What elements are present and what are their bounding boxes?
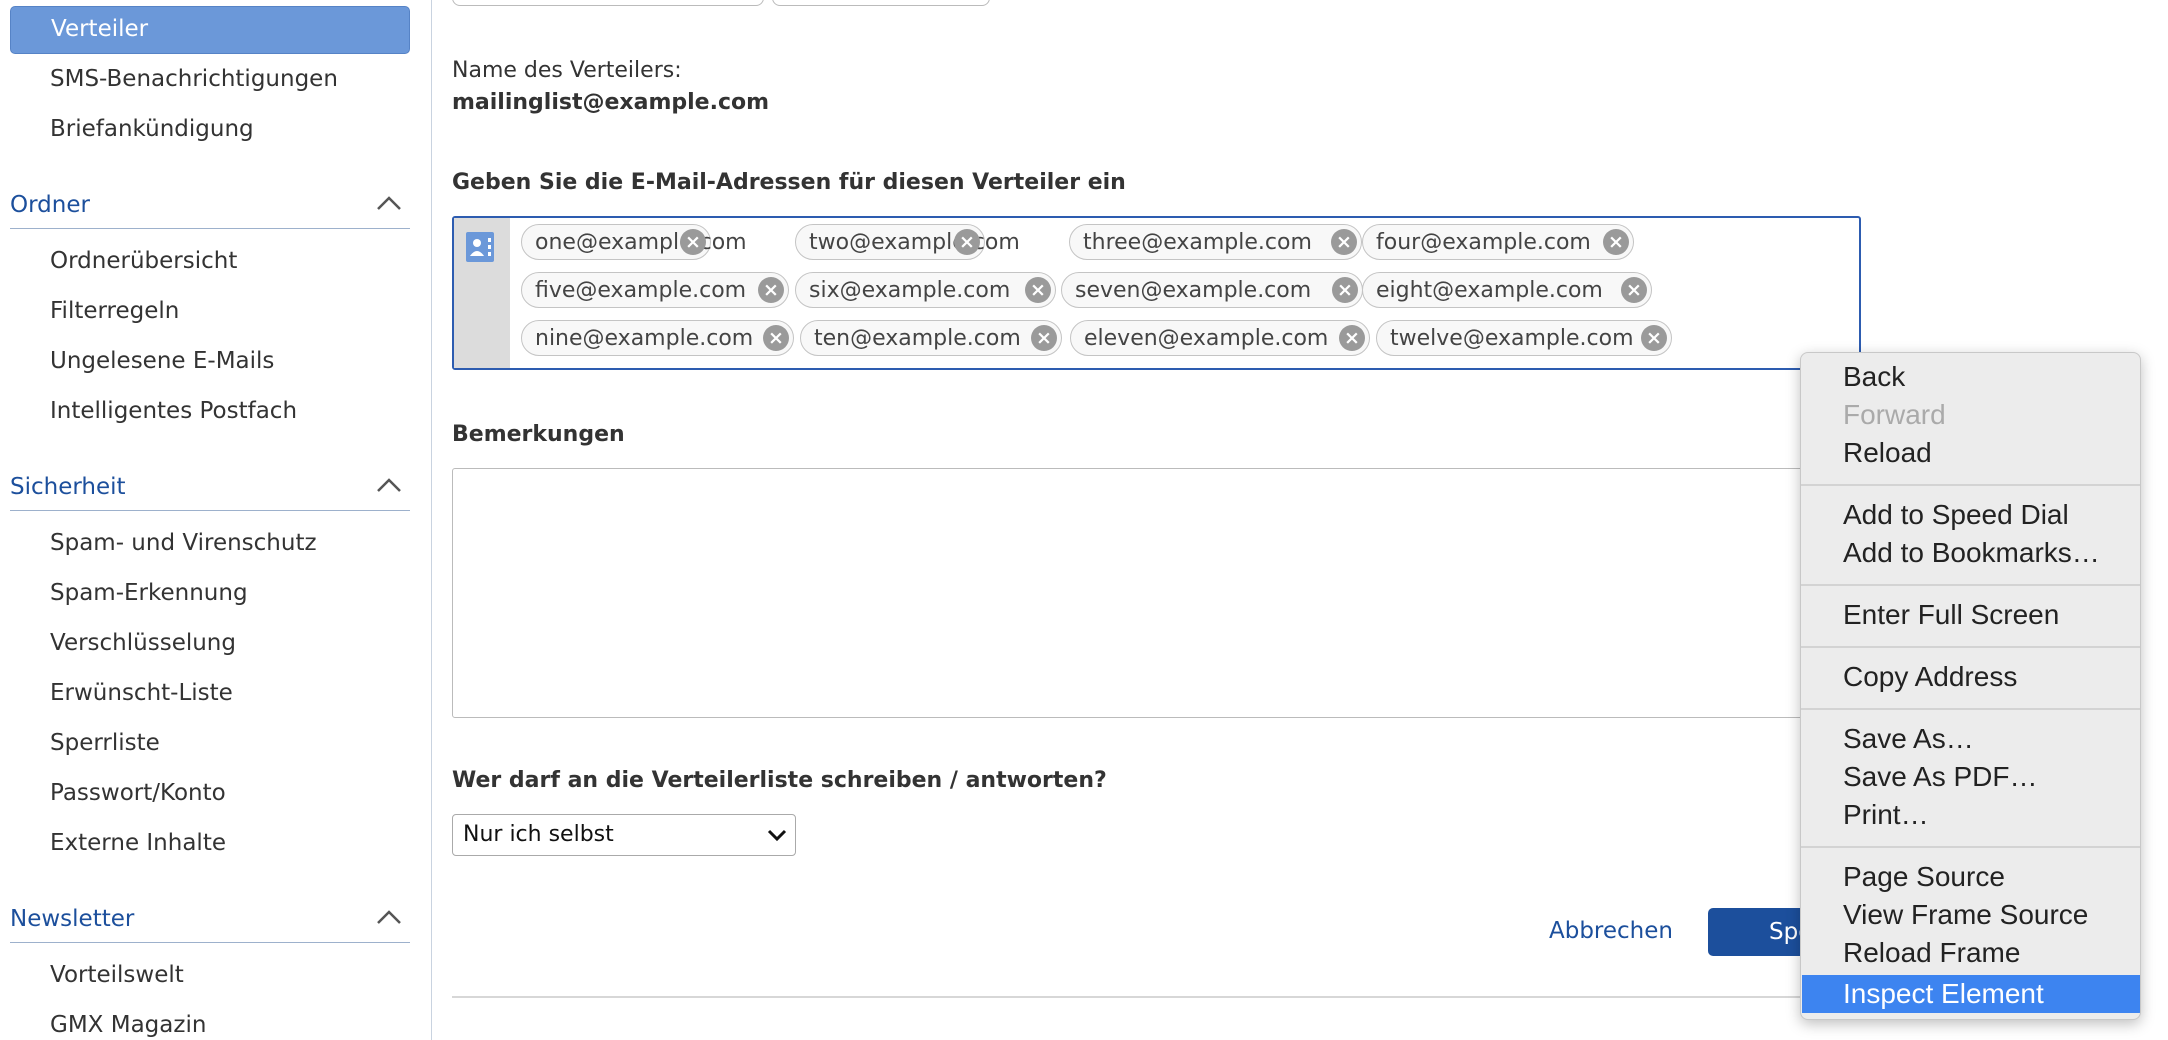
section-newsletter[interactable]: Newsletter <box>10 906 410 943</box>
divider <box>452 996 1862 998</box>
remove-icon[interactable]: × <box>1339 325 1365 351</box>
chevron-up-icon <box>377 910 401 924</box>
remove-icon[interactable]: × <box>1331 229 1357 255</box>
sidebar-item-verschluesselung[interactable]: Verschlüsselung <box>50 630 236 656</box>
sidebar-item-label: Verteiler <box>51 16 149 42</box>
menu-item-full-screen[interactable]: Enter Full Screen <box>1843 599 2059 631</box>
email-chip-label: two@example.com <box>809 230 1020 255</box>
permission-selected-value: Nur ich selbst <box>463 822 614 847</box>
remarks-heading: Bemerkungen <box>452 422 625 447</box>
menu-item-save-as[interactable]: Save As… <box>1843 723 1974 755</box>
sidebar-item-ordneruebersicht[interactable]: Ordnerübersicht <box>50 248 237 274</box>
email-chip-label: four@example.com <box>1376 230 1591 255</box>
section-ordner[interactable]: Ordner <box>10 192 410 229</box>
email-chip: two@example.com × <box>795 224 1020 260</box>
sidebar-item-briefankuendigung[interactable]: Briefankündigung <box>50 116 254 142</box>
remove-icon[interactable]: × <box>1025 277 1051 303</box>
sidebar-item-spam-virenschutz[interactable]: Spam- und Virenschutz <box>50 530 317 556</box>
sidebar-item-filterregeln[interactable]: Filterregeln <box>50 298 179 324</box>
remarks-textarea[interactable] <box>452 468 1902 718</box>
email-chip: twelve@example.com × <box>1376 320 1672 356</box>
email-chip-label: ten@example.com <box>814 326 1021 351</box>
section-title: Sicherheit <box>10 474 126 500</box>
sidebar-item-ungelesene[interactable]: Ungelesene E-Mails <box>50 348 274 374</box>
permission-heading: Wer darf an die Verteilerliste schreiben… <box>452 768 1107 793</box>
email-chip: six@example.com × <box>795 272 1056 308</box>
email-chip-label: seven@example.com <box>1075 278 1312 303</box>
menu-item-inspect-element[interactable]: Inspect Element <box>1802 975 2140 1013</box>
menu-separator <box>1801 646 2140 648</box>
remove-icon[interactable]: × <box>1332 277 1358 303</box>
email-chip-label: one@example.com <box>535 230 747 255</box>
chevron-down-icon <box>767 829 787 842</box>
menu-item-add-bookmarks[interactable]: Add to Bookmarks… <box>1843 537 2100 569</box>
menu-item-page-source[interactable]: Page Source <box>1843 861 2005 893</box>
menu-item-reload-frame[interactable]: Reload Frame <box>1843 937 2020 969</box>
section-sicherheit[interactable]: Sicherheit <box>10 474 410 511</box>
list-name-value: mailinglist@example.com <box>452 90 770 115</box>
sidebar-item-sms[interactable]: SMS-Benachrichtigungen <box>50 66 338 92</box>
sidebar-item-gmx-magazin[interactable]: GMX Magazin <box>50 1012 206 1038</box>
menu-item-reload[interactable]: Reload <box>1843 437 1932 469</box>
email-chip: eight@example.com × <box>1362 272 1652 308</box>
email-chip: seven@example.com × <box>1061 272 1363 308</box>
top-input-field[interactable] <box>452 0 764 6</box>
addressbook-icon[interactable] <box>466 232 494 262</box>
chevron-up-icon <box>377 478 401 492</box>
menu-item-add-speed-dial[interactable]: Add to Speed Dial <box>1843 499 2069 531</box>
remove-icon[interactable]: × <box>1641 325 1667 351</box>
menu-item-forward: Forward <box>1843 399 1946 430</box>
remove-icon[interactable]: × <box>1621 277 1647 303</box>
sidebar: Verteiler SMS-Benachrichtigungen Briefan… <box>0 0 432 1040</box>
remove-icon[interactable]: × <box>763 325 789 351</box>
menu-separator <box>1801 708 2140 710</box>
email-chip: one@example.com × <box>521 224 747 260</box>
section-title: Newsletter <box>10 906 135 932</box>
email-chip: eleven@example.com × <box>1070 320 1370 356</box>
emails-heading: Geben Sie die E-Mail-Adressen für diesen… <box>452 170 1126 195</box>
email-chip-label: three@example.com <box>1083 230 1312 255</box>
remove-icon[interactable]: × <box>680 229 706 255</box>
email-chip-label: five@example.com <box>535 278 747 303</box>
remove-icon[interactable]: × <box>1603 229 1629 255</box>
cancel-button[interactable]: Abbrechen <box>1549 918 1673 944</box>
menu-separator <box>1801 846 2140 848</box>
email-chip: three@example.com × <box>1069 224 1362 260</box>
chevron-up-icon <box>377 196 401 210</box>
email-chip: nine@example.com × <box>521 320 794 356</box>
sidebar-item-verteiler[interactable]: Verteiler <box>10 6 410 54</box>
email-chip: four@example.com × <box>1362 224 1634 260</box>
email-chip-label: eight@example.com <box>1376 278 1603 303</box>
remove-icon[interactable]: × <box>758 277 784 303</box>
email-chip-label: twelve@example.com <box>1390 326 1634 351</box>
email-recipients-input[interactable]: one@example.com × two@example.com × three@… <box>452 216 1861 370</box>
menu-separator <box>1801 584 2140 586</box>
section-title: Ordner <box>10 192 90 218</box>
menu-item-copy-address[interactable]: Copy Address <box>1843 661 2017 693</box>
sidebar-item-vorteilswelt[interactable]: Vorteilswelt <box>50 962 184 988</box>
email-chip: five@example.com × <box>521 272 789 308</box>
sidebar-item-externe-inhalte[interactable]: Externe Inhalte <box>50 830 226 856</box>
menu-separator <box>1801 484 2140 486</box>
email-chip-label: eleven@example.com <box>1084 326 1329 351</box>
email-chip-label: six@example.com <box>809 278 1011 303</box>
sidebar-item-erwuenscht-liste[interactable]: Erwünscht-Liste <box>50 680 233 706</box>
context-menu: Back Forward Reload Add to Speed Dial Ad… <box>1800 352 2141 1020</box>
sidebar-item-spam-erkennung[interactable]: Spam-Erkennung <box>50 580 248 606</box>
menu-item-view-frame-source[interactable]: View Frame Source <box>1843 899 2088 931</box>
menu-item-print[interactable]: Print… <box>1843 799 1929 831</box>
remove-icon[interactable]: × <box>1031 325 1057 351</box>
sidebar-item-sperrliste[interactable]: Sperrliste <box>50 730 160 756</box>
menu-item-label: Inspect Element <box>1843 978 2044 1009</box>
top-input-field[interactable] <box>772 0 990 6</box>
email-chip-label: nine@example.com <box>535 326 754 351</box>
permission-select[interactable]: Nur ich selbst <box>452 814 796 856</box>
email-chip: ten@example.com × <box>800 320 1062 356</box>
menu-item-back[interactable]: Back <box>1843 361 1905 393</box>
sidebar-item-passwort-konto[interactable]: Passwort/Konto <box>50 780 226 806</box>
remove-icon[interactable]: × <box>954 229 980 255</box>
menu-item-save-as-pdf[interactable]: Save As PDF… <box>1843 761 2038 793</box>
list-name-label: Name des Verteilers: <box>452 58 682 83</box>
sidebar-item-postfach[interactable]: Intelligentes Postfach <box>50 398 297 424</box>
